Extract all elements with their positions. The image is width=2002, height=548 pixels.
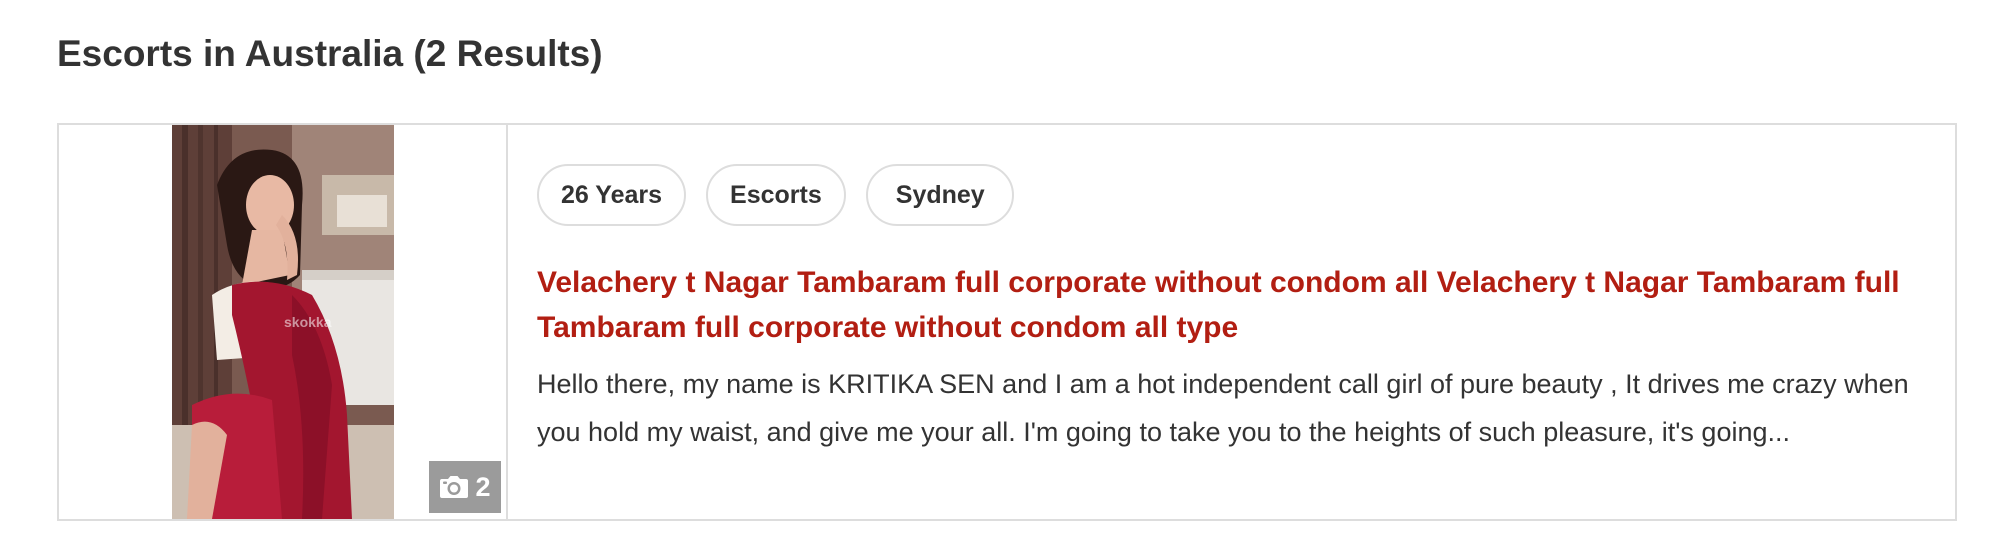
listing-photo-image: skokka	[172, 125, 394, 519]
listing-tags: 26 Years Escorts Sydney	[537, 164, 1014, 226]
listing-title-link[interactable]: Velachery t Nagar Tambaram full corporat…	[537, 260, 1947, 350]
listing-content: 26 Years Escorts Sydney Velachery t Naga…	[537, 125, 1935, 519]
listing-card[interactable]: skokka 2 26 Years Escorts Sydney Velache…	[57, 123, 1957, 521]
listing-photo[interactable]: skokka	[172, 125, 394, 519]
photo-count-badge[interactable]: 2	[429, 461, 501, 513]
tag-city[interactable]: Sydney	[865, 164, 1014, 226]
results-heading: Escorts in Australia (2 Results)	[57, 33, 603, 74]
listing-media: skokka 2	[59, 125, 508, 519]
page: Escorts in Australia (2 Results) skokka …	[0, 0, 2002, 548]
photo-count: 2	[475, 471, 491, 502]
tag-category[interactable]: Escorts	[706, 164, 846, 226]
listing-description: Hello there, my name is KRITIKA SEN and …	[537, 369, 1909, 447]
photo-watermark: skokka	[284, 314, 332, 330]
camera-icon	[440, 476, 469, 498]
tag-age[interactable]: 26 Years	[537, 164, 687, 226]
